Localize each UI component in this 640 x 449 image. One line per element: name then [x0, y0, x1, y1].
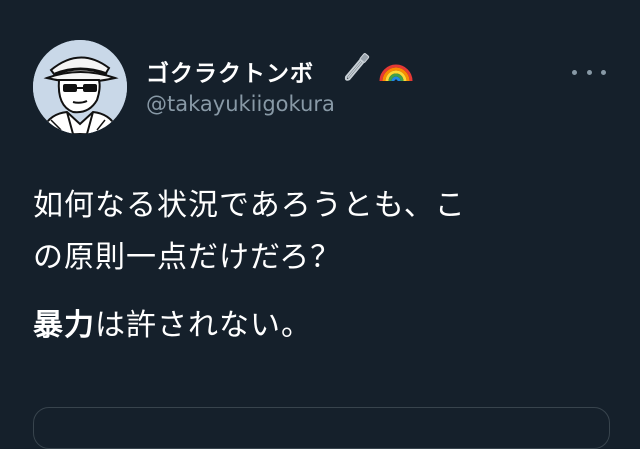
tweet-text-line-3: 暴力は許されない。: [33, 300, 613, 352]
tweet-text-line-1: 如何なる状況であろうとも、こ: [33, 188, 466, 223]
tweet: ゴクラクトンボ @takayukiigokura 如何なる状況であろうとも、こ …: [0, 0, 640, 449]
safety-pin-icon: [344, 53, 370, 81]
dot: [572, 69, 577, 75]
tweet-text-bold: 暴力: [33, 308, 95, 343]
tweet-text-line-2: の原則一点だけだろ？: [33, 240, 342, 275]
rainbow-icon: [379, 64, 413, 82]
avatar[interactable]: [33, 40, 127, 134]
avatar-illustration: [33, 40, 127, 134]
dot: [601, 69, 606, 75]
more-dots-icon[interactable]: [572, 60, 606, 84]
display-name[interactable]: ゴクラクトンボ: [146, 54, 314, 88]
user-handle[interactable]: @takayukiigokura: [146, 92, 335, 116]
tweet-text-rest: は許されない。: [95, 308, 312, 343]
dot: [586, 69, 592, 75]
tweet-text: 如何なる状況であろうとも、こ の原則一点だけだろ？ 暴力は許されない。: [33, 180, 613, 352]
quoted-card[interactable]: [33, 407, 610, 449]
